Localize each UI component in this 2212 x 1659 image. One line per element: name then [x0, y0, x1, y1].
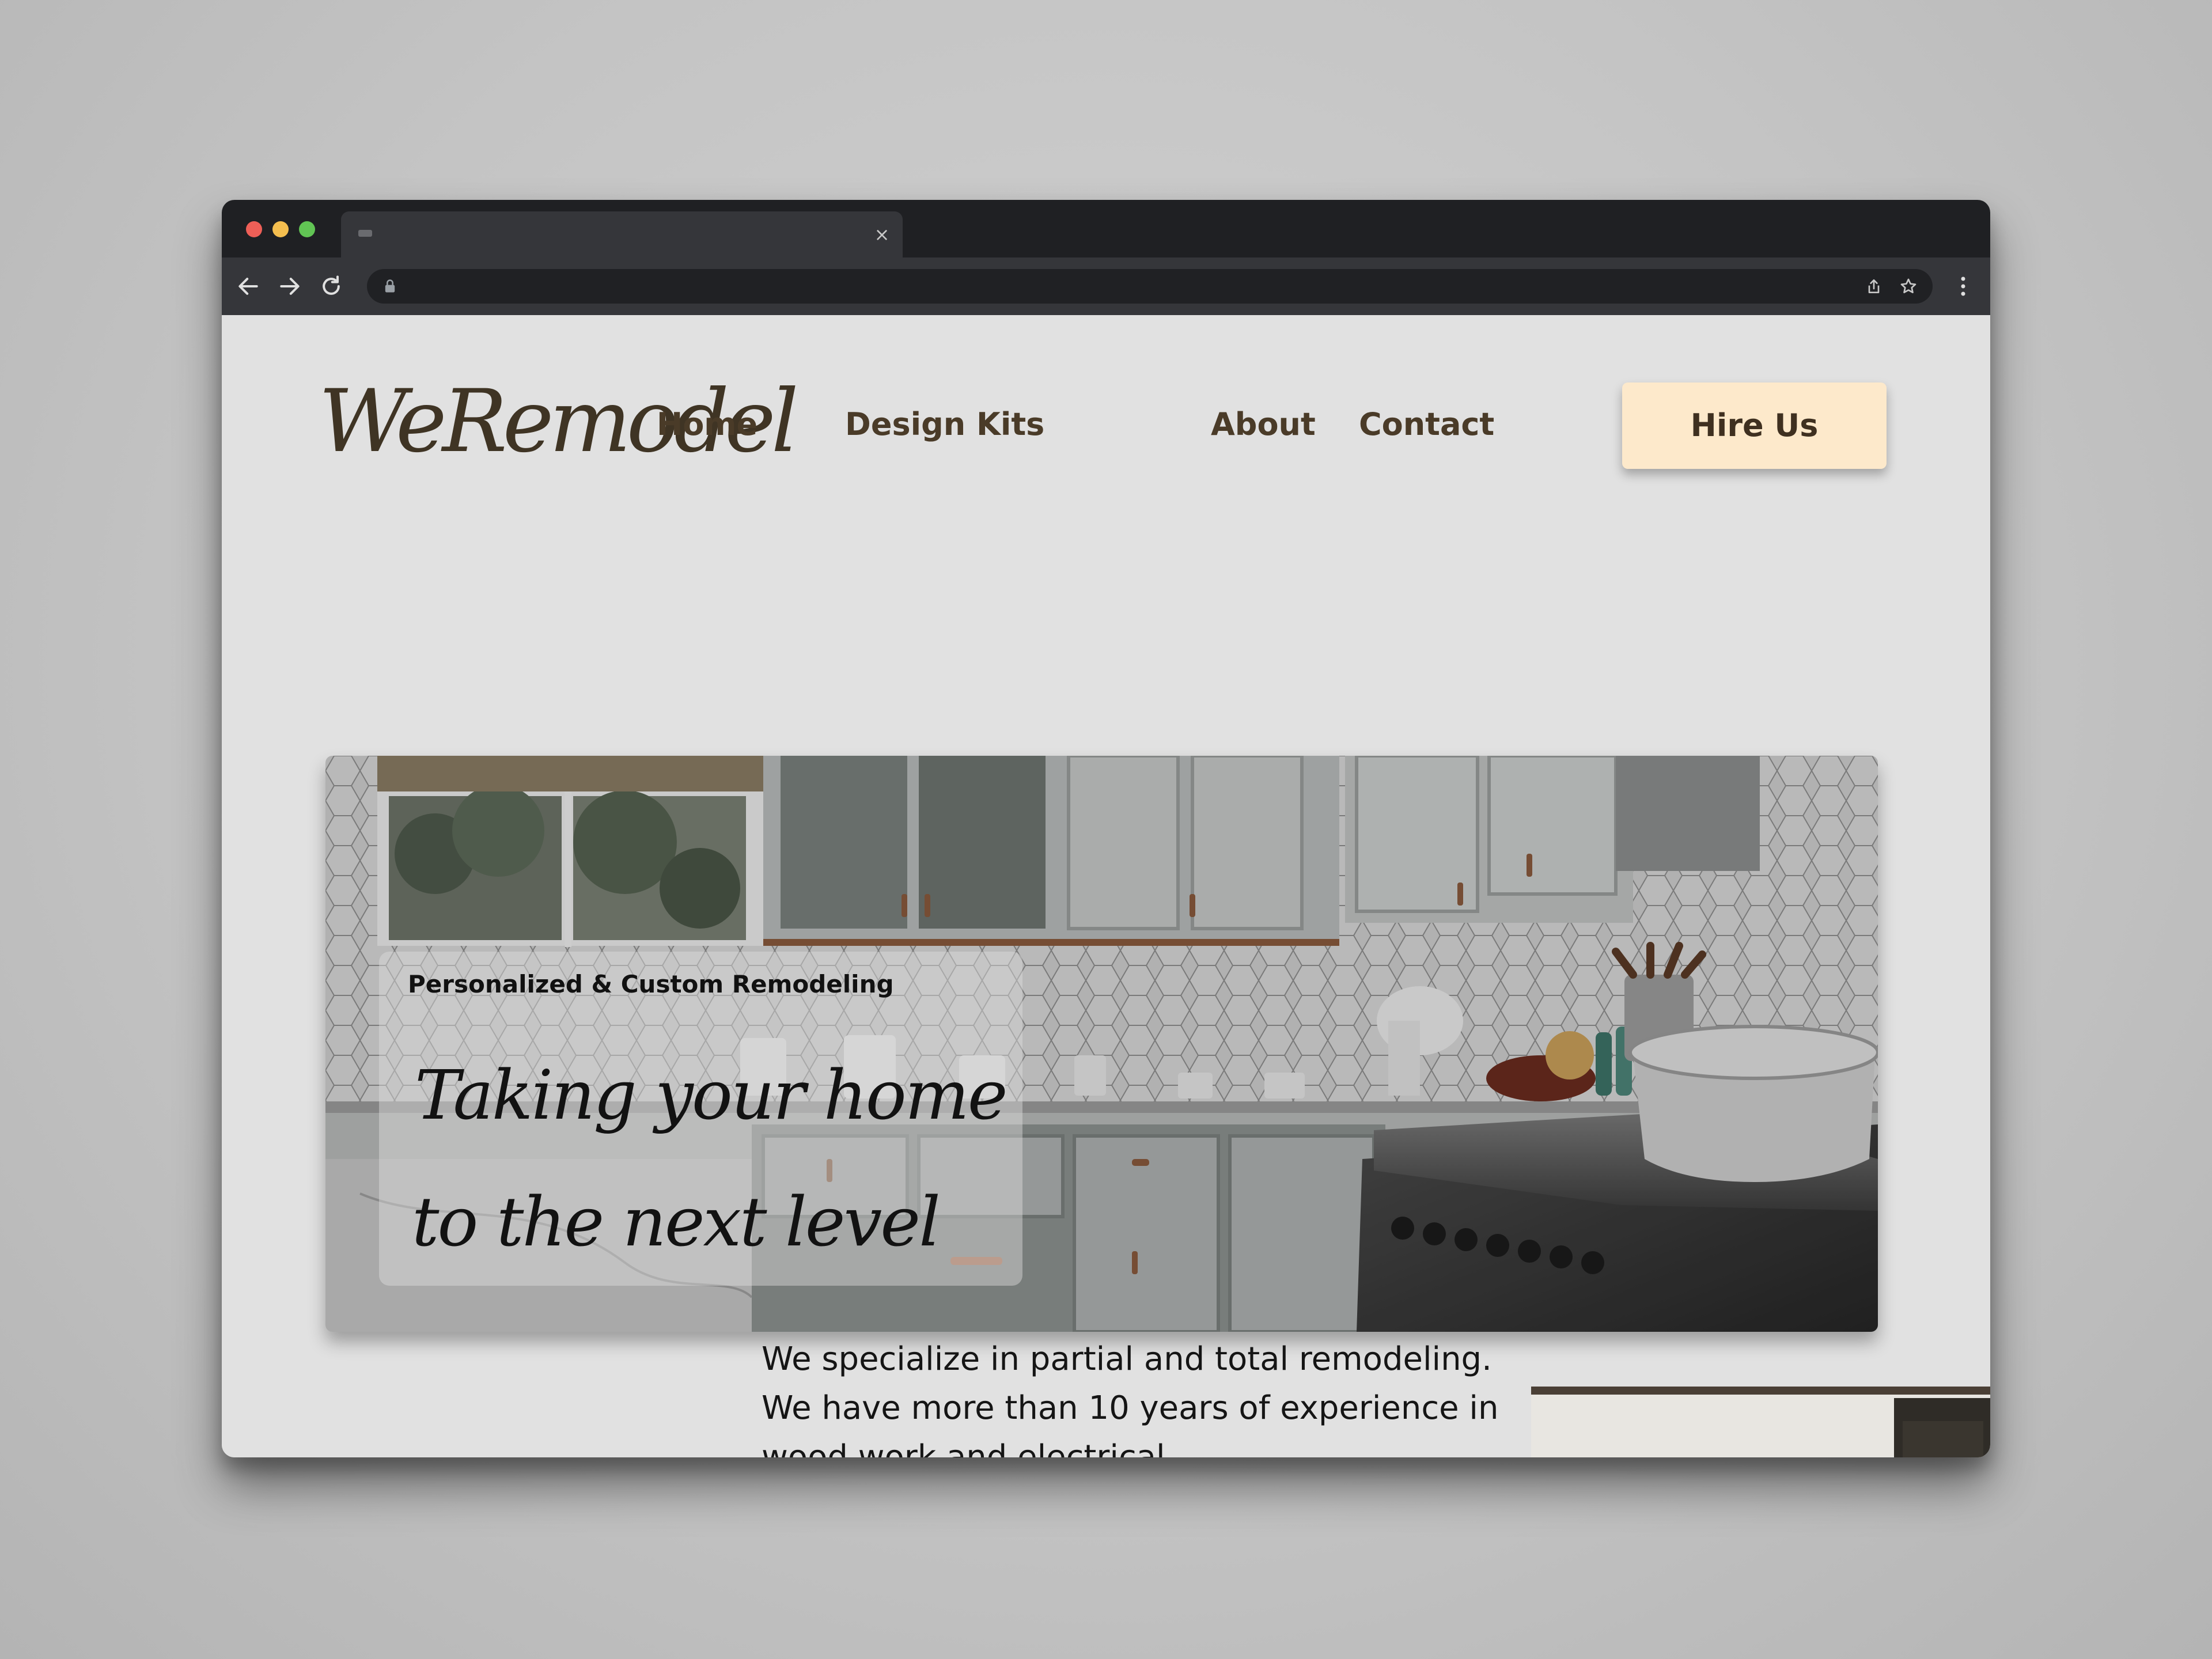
hero-eyebrow: Personalized & Custom Remodeling	[408, 970, 894, 998]
hero-banner: Personalized & Custom Remodeling Taking …	[325, 756, 1878, 1332]
nav-link-contact[interactable]: Contact	[1359, 402, 1494, 448]
share-icon[interactable]	[1865, 277, 1883, 296]
maximize-window-button[interactable]	[299, 221, 315, 237]
page-viewport: WeRemodel Home Design Kits About Contact…	[222, 315, 1990, 1457]
close-window-button[interactable]	[246, 221, 262, 237]
hero-headline-line-1: Taking your home	[415, 1055, 1008, 1135]
reload-icon[interactable]	[319, 274, 344, 299]
star-icon[interactable]	[1899, 277, 1918, 296]
more-vert-icon[interactable]	[1952, 274, 1975, 299]
about-paragraph: We specialize in partial and total remod…	[762, 1340, 1499, 1457]
lock-icon	[382, 278, 398, 294]
minimize-window-button[interactable]	[272, 221, 289, 237]
tab-favicon-icon	[358, 230, 372, 237]
address-bar[interactable]	[367, 269, 1933, 304]
forward-arrow-icon[interactable]	[277, 274, 302, 299]
hire-us-button[interactable]: Hire Us	[1622, 382, 1887, 469]
browser-tab[interactable]: ×	[341, 211, 903, 257]
hero-headline-line-2: to the next level	[412, 1182, 941, 1262]
tab-close-icon[interactable]: ×	[870, 223, 893, 246]
interior-photo	[1531, 1387, 1990, 1457]
nav-link-home[interactable]: Home	[657, 402, 757, 448]
nav-link-about[interactable]: About	[1211, 402, 1316, 448]
browser-titlebar: ×	[222, 200, 1990, 257]
browser-window: × WeRemodel Home Design Kits About Conta…	[222, 200, 1990, 1457]
back-arrow-icon[interactable]	[236, 274, 261, 299]
nav-link-design-kits[interactable]: Design Kits	[845, 402, 1044, 448]
browser-toolbar	[222, 257, 1990, 315]
